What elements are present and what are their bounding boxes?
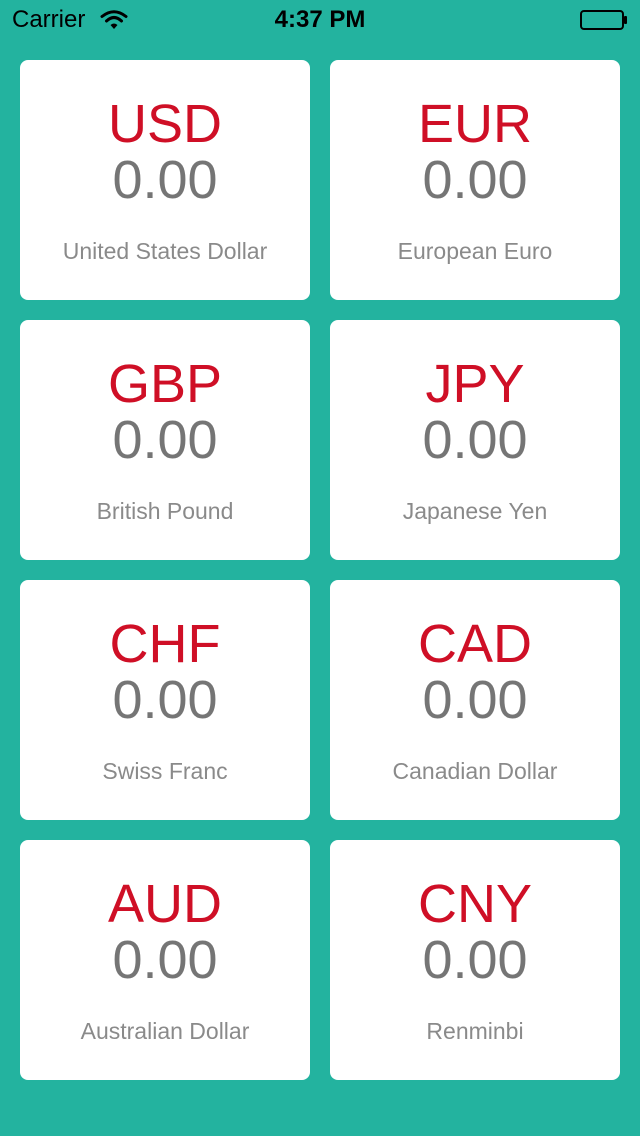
currency-code: CHF: [109, 614, 221, 674]
currency-card-cny[interactable]: CNY 0.00 Renminbi: [330, 840, 620, 1080]
currency-amount: 0.00: [422, 930, 528, 990]
currency-card-chf[interactable]: CHF 0.00 Swiss Franc: [20, 580, 310, 820]
status-bar: Carrier 4:37 PM: [0, 0, 640, 40]
currency-code: CAD: [417, 614, 532, 674]
currency-code: GBP: [107, 354, 223, 414]
currency-code: EUR: [417, 94, 532, 154]
currency-card-eur[interactable]: EUR 0.00 European Euro: [330, 60, 620, 300]
currency-card-aud[interactable]: AUD 0.00 Australian Dollar: [20, 840, 310, 1080]
battery-icon: [580, 10, 627, 30]
currency-name: British Pound: [96, 498, 234, 524]
currency-card-gbp[interactable]: GBP 0.00 British Pound: [20, 320, 310, 560]
currency-amount: 0.00: [422, 670, 528, 730]
currency-code: AUD: [107, 874, 222, 934]
currency-name: Japanese Yen: [402, 498, 548, 524]
currency-amount: 0.00: [112, 150, 218, 210]
status-time: 4:37 PM: [274, 6, 366, 33]
currency-card-usd[interactable]: USD 0.00 United States Dollar: [20, 60, 310, 300]
currency-card-jpy[interactable]: JPY 0.00 Japanese Yen: [330, 320, 620, 560]
currency-amount: 0.00: [422, 150, 528, 210]
currency-name: Australian Dollar: [80, 1018, 250, 1044]
currency-name: United States Dollar: [62, 238, 268, 264]
currency-amount: 0.00: [422, 410, 528, 470]
currency-amount: 0.00: [112, 670, 218, 730]
currency-code: USD: [107, 94, 222, 154]
currency-card-cad[interactable]: CAD 0.00 Canadian Dollar: [330, 580, 620, 820]
currency-name: Renminbi: [426, 1018, 524, 1044]
currency-code: CNY: [417, 874, 532, 934]
currency-name: Swiss Franc: [102, 758, 228, 784]
currency-amount: 0.00: [112, 930, 218, 990]
currency-amount: 0.00: [112, 410, 218, 470]
currency-name: Canadian Dollar: [392, 758, 558, 784]
currency-name: European Euro: [397, 238, 553, 264]
currency-code: JPY: [425, 354, 525, 414]
